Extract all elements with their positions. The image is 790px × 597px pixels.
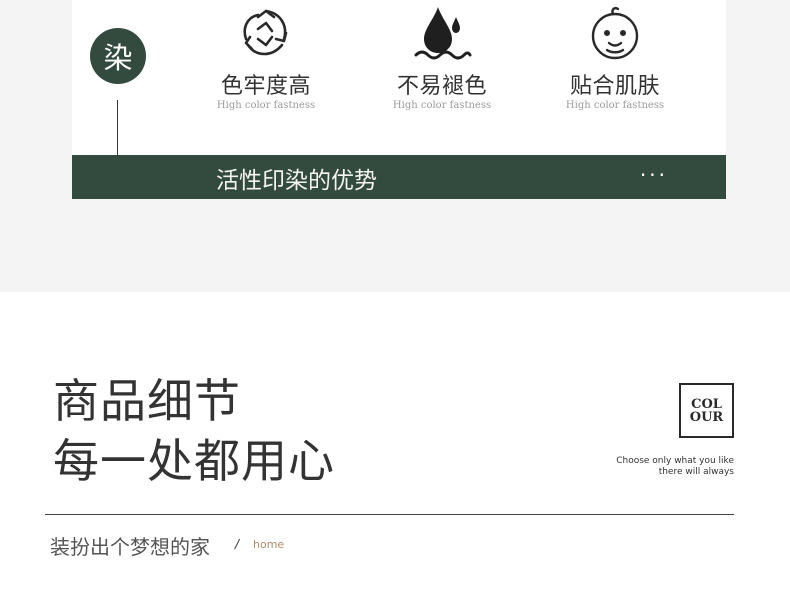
water-drop-icon [414,7,472,60]
more-dots-button[interactable]: ··· [640,163,668,187]
banner-label: 活性印染的优势 [216,168,377,194]
feature-subtitle: High color fastness [565,100,665,111]
feature-subtitle: High color fastness [392,100,492,111]
colour-logo: COL OUR [679,383,734,438]
colour-logo-line2: OUR [689,409,724,425]
colour-logo-line1: COL [691,396,722,412]
details-heading: 商品细节 [53,374,241,428]
baby-face-icon [591,7,639,60]
details-subheading: 每一处都用心 [53,434,335,488]
feature-skin-friendly: 贴合肌肤 High color fastness [535,0,695,112]
badge-char: 染 [103,41,133,75]
tagline-line2: there will always [658,467,734,477]
vertical-divider [117,100,118,155]
tagline-line1: Choose only what you like [616,456,734,466]
horizontal-divider [45,514,734,515]
feature-subtitle: High color fastness [216,100,316,111]
slogan: 装扮出个梦想的家 [50,535,210,559]
feature-no-fade: 不易褪色 High color fastness [362,0,522,112]
dye-badge: 染 [90,28,146,84]
slash-separator: / [235,537,240,551]
feature-title: 贴合肌肤 [569,74,660,99]
advantages-banner: 活性印染的优势 ··· [72,155,726,199]
recycle-icon [243,9,288,56]
feature-title: 不易褪色 [396,74,487,99]
feature-color-fastness: 色牢度高 High color fastness [186,0,346,112]
home-link[interactable]: home [253,538,284,551]
tagline: Choose only what you like there will alw… [616,456,734,478]
feature-title: 色牢度高 [220,74,311,99]
